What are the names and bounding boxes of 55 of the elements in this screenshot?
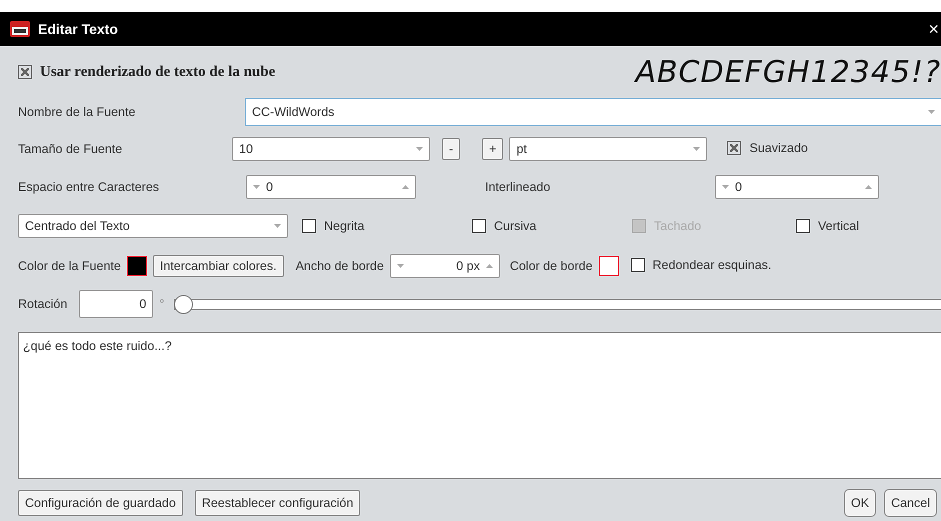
font-name-dropdown[interactable]: CC-WildWords	[245, 98, 941, 126]
cancel-button[interactable]: Cancel	[884, 489, 937, 517]
checkbox-label: Negrita	[324, 219, 364, 233]
checkbox[interactable]	[727, 140, 742, 154]
rotation-field[interactable]: 0	[79, 290, 154, 318]
settings-button[interactable]: Reestablecer configuración	[194, 490, 360, 516]
checkbox[interactable]	[796, 219, 810, 233]
dropdown-arrow-icon[interactable]	[274, 224, 281, 228]
number-spinner[interactable]: 0	[246, 175, 416, 199]
field-label: Nombre de la Fuente	[18, 105, 136, 119]
checkbox-label: Vertical	[818, 219, 859, 233]
arrow-up-icon[interactable]	[486, 264, 493, 268]
field-label: Tamaño de Fuente	[18, 142, 124, 156]
dropdown-arrow-icon[interactable]	[928, 110, 935, 114]
field-label: Interlineado	[485, 180, 552, 194]
checkbox-label: Cursiva	[494, 219, 536, 233]
app-icon	[10, 21, 30, 37]
arrow-down-icon[interactable]	[396, 264, 404, 268]
alignment-dropdown[interactable]: Centrado del Texto	[18, 214, 288, 238]
checkbox[interactable]	[302, 219, 316, 233]
checkbox-label: Suavizado	[749, 140, 808, 154]
checkbox-label: Usar renderizado de texto de la nube	[40, 64, 276, 80]
arrow-down-icon[interactable]	[253, 185, 260, 189]
number-spinner[interactable]: 0	[715, 175, 879, 199]
field-label: Color de la Fuente	[18, 259, 121, 273]
checkbox[interactable]	[472, 219, 486, 233]
field-label: Color de borde	[510, 259, 593, 273]
dropdown-arrow-icon[interactable]	[693, 147, 700, 151]
ok-button[interactable]: OK	[844, 489, 876, 517]
checkbox-label: Redondear esquinas.	[652, 258, 772, 272]
number-spinner[interactable]: 0 px	[390, 254, 500, 278]
color-swatch[interactable]	[598, 256, 619, 276]
arrow-up-icon[interactable]	[402, 185, 409, 189]
close-button[interactable]: ×	[928, 18, 939, 40]
color-swatch[interactable]	[126, 256, 147, 276]
settings-button[interactable]: Configuración de guardado	[18, 490, 183, 516]
font-size-dropdown[interactable]: 10	[232, 137, 430, 161]
decrease-button[interactable]: -	[442, 138, 460, 160]
increase-button[interactable]: +	[482, 138, 504, 160]
degree-unit: °	[159, 297, 164, 311]
field-label: Ancho de borde	[296, 259, 384, 273]
arrow-down-icon[interactable]	[722, 185, 729, 189]
field-label: Rotación	[18, 297, 68, 311]
slider-track[interactable]	[174, 298, 941, 310]
unit-dropdown[interactable]: pt	[509, 137, 708, 161]
checkbox[interactable]	[630, 258, 645, 272]
swap-colors-button[interactable]: Intercambiar colores.	[152, 255, 284, 277]
arrow-up-icon[interactable]	[865, 185, 872, 189]
font-preview: ABCDEFGH12345!?	[635, 54, 941, 90]
dropdown-arrow-icon[interactable]	[416, 147, 423, 151]
field-label: Espacio entre Caracteres	[18, 180, 160, 194]
window-title: Editar Texto	[38, 21, 119, 37]
text-area[interactable]: ¿qué es todo este ruido...?	[18, 332, 941, 479]
slider-thumb[interactable]	[174, 294, 194, 314]
checkbox[interactable]	[18, 65, 32, 79]
